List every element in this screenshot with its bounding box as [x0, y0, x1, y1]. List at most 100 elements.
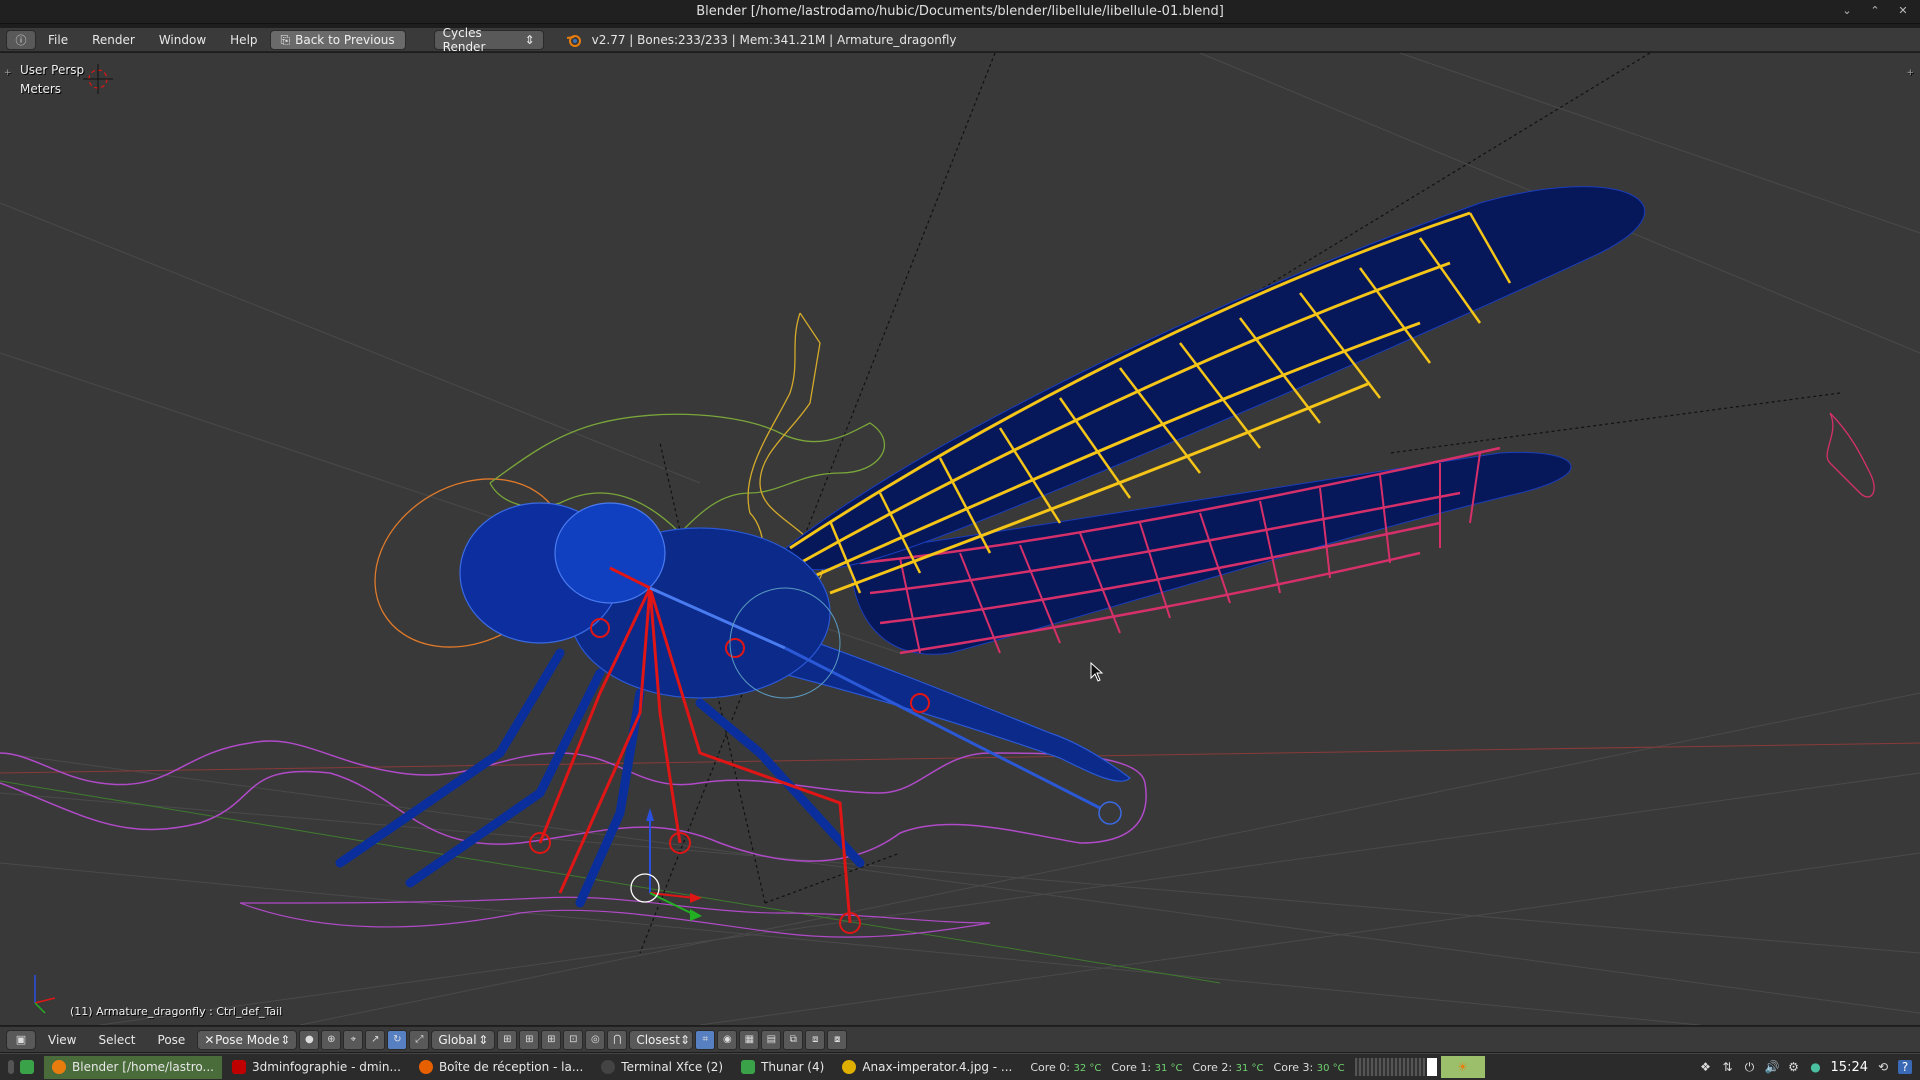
- tail-tip-control: [1098, 801, 1122, 825]
- updown-arrows-icon: ⇕: [679, 1032, 691, 1047]
- logout-icon[interactable]: ⟲: [1876, 1060, 1890, 1074]
- render-engine-label: Cycles Render: [442, 25, 486, 54]
- taskbar-item-label: Blender [/home/lastro...: [72, 1060, 214, 1074]
- folder-icon: [741, 1060, 756, 1074]
- menu-render[interactable]: Render: [80, 29, 147, 51]
- 3d-view-icon: ▣: [15, 1033, 27, 1046]
- toolshelf-toggle-icon[interactable]: +: [4, 68, 12, 78]
- mode-dropdown[interactable]: ✕ Pose Mode ⇕: [197, 1029, 298, 1050]
- system-tray: ❖ ⇅ ⏻ 🔊 ⚙ ● 15:24 ⟲ ?: [1699, 1060, 1920, 1075]
- taskbar-item-3[interactable]: Terminal Xfce (2): [593, 1056, 731, 1079]
- info-icon: ⓘ: [15, 33, 27, 47]
- window-title: Blender [/home/lastrodamo/hubic/Document…: [696, 4, 1224, 19]
- render-engine-dropdown[interactable]: Cycles Render ⇕: [433, 26, 544, 54]
- bone-icon: ⊡: [569, 1034, 578, 1045]
- core-temp-2: Core 2: 31 °C: [1192, 1060, 1264, 1074]
- menu-file[interactable]: File: [36, 29, 80, 51]
- taskbar-item-label: Thunar (4): [761, 1060, 825, 1074]
- filezilla-icon: [231, 1060, 246, 1074]
- taskbar-item-1[interactable]: 3dminfographie - dmin...: [224, 1056, 409, 1079]
- menu-help[interactable]: Help: [218, 29, 269, 51]
- snap-target-dropdown[interactable]: Closest ⇕: [629, 1029, 694, 1050]
- mouse-pointer-icon: [1090, 662, 1104, 682]
- rotate-button[interactable]: ↻: [387, 1029, 408, 1050]
- taskbar-item-label: Boîte de réception - la...: [438, 1060, 584, 1074]
- workspace-switcher[interactable]: [0, 1056, 42, 1079]
- sun-tray-button[interactable]: ☀: [1440, 1056, 1485, 1078]
- proportional-icon: ◎: [590, 1034, 600, 1045]
- viewport-shading-button[interactable]: ●: [299, 1029, 320, 1050]
- taskbar-item-5[interactable]: Anax-imperator.4.jpg - ...: [834, 1056, 1020, 1079]
- menu-view[interactable]: View: [38, 1029, 86, 1051]
- minimize-icon[interactable]: ⌄: [1840, 4, 1854, 18]
- copy-pose-button[interactable]: ⧉: [783, 1029, 804, 1050]
- pivot-icon: ⊕: [327, 1034, 336, 1045]
- core-temp-3: Core 3: 30 °C: [1273, 1060, 1345, 1074]
- 3d-viewport[interactable]: User Persp Meters (11) Armature_dragonfl…: [0, 53, 1920, 1025]
- properties-toggle-icon[interactable]: +: [1906, 68, 1914, 78]
- dragonfly-scene[interactable]: [0, 53, 1920, 1025]
- translate-button[interactable]: ↗: [365, 1029, 386, 1050]
- workspace-icon: [8, 1060, 14, 1074]
- tail-end-control-curve: [1826, 412, 1875, 498]
- menu-window[interactable]: Window: [147, 29, 218, 51]
- help-icon[interactable]: ?: [1898, 1060, 1912, 1074]
- cpu-temperatures: Core 0: 32 °C Core 1: 31 °C Core 2: 31 °…: [1030, 1061, 1344, 1074]
- taskbar-item-label: 3dminfographie - dmin...: [251, 1060, 401, 1074]
- updown-arrows-icon: ⇕: [280, 1032, 291, 1047]
- cpu-graph-bar: [1426, 1058, 1437, 1076]
- back-to-previous-button[interactable]: ⎘ Back to Previous: [269, 29, 406, 50]
- camera-icon: ◉: [722, 1034, 732, 1045]
- blender-icon: [52, 1060, 66, 1074]
- scale-icon: ⤢: [415, 1034, 424, 1045]
- proportional-edit-button[interactable]: ◎: [585, 1029, 606, 1050]
- image-viewer-icon: [842, 1060, 857, 1074]
- dropbox-icon[interactable]: ❖: [1699, 1060, 1713, 1074]
- taskbar-item-4[interactable]: Thunar (4): [733, 1056, 832, 1079]
- orientation-dropdown[interactable]: Global ⇕: [431, 1029, 496, 1050]
- updown-arrows-icon: ⇕: [524, 32, 535, 47]
- network-icon[interactable]: ⇅: [1721, 1060, 1735, 1074]
- layer-grid-button-1[interactable]: ⊞: [497, 1029, 518, 1050]
- view-editor-type-button[interactable]: ▣: [6, 1029, 36, 1050]
- taskbar-item-label: Terminal Xfce (2): [621, 1060, 724, 1074]
- core-temp-1: Core 1: 31 °C: [1111, 1060, 1183, 1074]
- snap-target-label: Closest: [636, 1032, 680, 1047]
- mode-label: Pose Mode: [215, 1032, 280, 1047]
- bone-layer-button[interactable]: ⊡: [563, 1029, 584, 1050]
- layer-grid-button-3[interactable]: ⊞: [541, 1029, 562, 1050]
- snap-toggle-button[interactable]: ⋂: [607, 1029, 628, 1050]
- update-icon[interactable]: ●: [1809, 1060, 1823, 1074]
- scale-button[interactable]: ⤢: [409, 1029, 430, 1050]
- taskbar-item-2[interactable]: Boîte de réception - la...: [411, 1056, 591, 1079]
- render-preview-button[interactable]: ◉: [717, 1029, 738, 1050]
- render-anim-button[interactable]: ▤: [761, 1029, 782, 1050]
- paste-flipped-button[interactable]: ⧇: [827, 1029, 848, 1050]
- maximize-icon[interactable]: ⌃: [1868, 4, 1882, 18]
- pivot-point-button[interactable]: ⊕: [321, 1029, 342, 1050]
- sun-icon: ☀: [1457, 1060, 1468, 1074]
- menu-pose[interactable]: Pose: [148, 1029, 196, 1051]
- manipulator-toggle-button[interactable]: ⌖: [343, 1029, 364, 1050]
- render-still-button[interactable]: ▦: [739, 1029, 760, 1050]
- menu-select[interactable]: Select: [88, 1029, 145, 1051]
- taskbar-item-0[interactable]: Blender [/home/lastro...: [44, 1055, 222, 1079]
- info-header: ⓘ File Render Window Help ⎘ Back to Prev…: [0, 26, 1920, 54]
- power-icon[interactable]: ⏻: [1743, 1060, 1757, 1074]
- close-icon[interactable]: ✕: [1896, 4, 1910, 18]
- root-control-curve-inner: [239, 896, 991, 938]
- layer-grid-button-2[interactable]: ⊞: [519, 1029, 540, 1050]
- paste-pose-button[interactable]: ⧈: [805, 1029, 826, 1050]
- 3d-view-header: ▣ View Select Pose ✕ Pose Mode ⇕ ● ⊕ ⌖ ↗…: [0, 1026, 1920, 1052]
- settings-icon[interactable]: ⚙: [1787, 1060, 1801, 1074]
- snap-align-button[interactable]: ⌗: [695, 1029, 716, 1050]
- cpu-graph: [1354, 1058, 1425, 1076]
- clock[interactable]: 15:24: [1831, 1060, 1868, 1075]
- selection-info: (11) Armature_dragonfly : Ctrl_def_Tail: [70, 1005, 283, 1018]
- core-temp-0: Core 0: 32 °C: [1030, 1060, 1102, 1074]
- snap-align-icon: ⌗: [702, 1034, 709, 1045]
- back-to-previous-label: Back to Previous: [295, 32, 395, 47]
- volume-icon[interactable]: 🔊: [1765, 1060, 1780, 1074]
- translate-icon: ↗: [371, 1034, 380, 1045]
- editor-type-button[interactable]: ⓘ: [6, 29, 36, 50]
